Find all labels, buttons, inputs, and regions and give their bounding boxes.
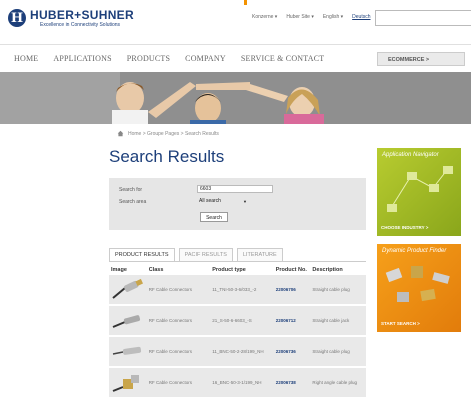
col-class: Class [148,266,164,273]
table-row[interactable]: RF Cable Connectors 11_TNI-50-3-6/033_-2… [109,275,366,306]
connector-icon [112,278,143,299]
tab-product-results[interactable]: PRODUCT RESULTS [109,248,175,261]
connectors-collage-icon [385,266,450,302]
site-search-input[interactable] [375,10,471,26]
promo-application-navigator[interactable]: Application Navigator CHOOSE INDUSTRY > [377,148,461,236]
connector-image[interactable] [109,309,149,332]
table-row[interactable]: RF Cable Connectors 21_S-50-6-6603_-S 22… [109,306,366,337]
row-product-no[interactable]: 22006712 [276,318,313,323]
connector-image[interactable] [109,340,149,363]
page-title: Search Results [109,147,225,166]
hero-banner-children [0,72,471,124]
row-description: Straight cable plug [312,349,350,354]
row-product-no[interactable]: 22006706 [276,287,313,292]
row-class: RF Cable Connectors [148,318,192,323]
utility-link-konzerne[interactable]: Konzerne [252,14,277,20]
results-tabs: PRODUCT RESULTS PACIF RESULTS LITERATURE [109,248,366,262]
row-product-no[interactable]: 22006736 [276,349,313,354]
choose-industry-link[interactable]: CHOOSE INDUSTRY > [381,225,428,230]
row-description: Straight cable plug [312,287,350,292]
huber-suhner-logo[interactable]: H HUBER+SUHNER Excellence in Connectivit… [8,9,134,29]
results-table: Image Class Product type Product No. Des… [109,264,366,399]
logo-mark-icon: H [8,9,26,27]
connector-icon [112,315,141,328]
row-product-type: 21_S-50-6-6603_-S [212,318,252,323]
row-class: RF Cable Connectors [148,287,192,292]
utility-links: Konzerne Huber Site English Deutsch [252,14,371,20]
col-product-no: Product No. [275,266,307,273]
start-search-link[interactable]: START SEARCH > [381,321,420,326]
home-icon[interactable] [117,130,124,137]
row-description: Straight cable jack [312,318,350,323]
ecommerce-button[interactable]: ECOMMERCE > [377,52,465,66]
brand-name: HUBER+SUHNER [30,8,134,22]
search-button[interactable]: Search [200,212,228,222]
nav-applications[interactable]: APPLICATIONS [53,54,111,63]
search-area-value: All search [199,198,221,204]
sidebar: Application Navigator CHOOSE INDUSTRY > … [377,148,461,340]
search-area-label: Search area [119,199,147,205]
main-nav: HOME APPLICATIONS PRODUCTS COMPANY SERVI… [0,44,471,73]
top-bar: H HUBER+SUHNER Excellence in Connectivit… [0,0,471,44]
col-description: Description [312,266,343,273]
nav-products[interactable]: PRODUCTS [127,54,170,63]
table-row[interactable]: RF Cable Connectors 11_BNC-50-2-28/199_N… [109,337,366,368]
col-image: Image [111,266,127,273]
accent-marker [244,0,247,5]
row-class: RF Cable Connectors [148,349,192,354]
search-for-input[interactable]: 6603 [197,185,273,193]
search-area-select[interactable]: All search [197,197,249,206]
nav-home[interactable]: HOME [14,54,38,63]
navigator-graphic-icon [387,166,453,212]
col-product-type: Product type [212,266,246,273]
nav-service-contact[interactable]: SERVICE & CONTACT [241,54,324,63]
promo-navigator-title: Application Navigator [382,152,439,158]
utility-link-site[interactable]: Huber Site [286,14,314,20]
brand-tagline: Excellence in Connectivity Solutions [40,22,121,28]
utility-link-deutsch[interactable]: Deutsch [352,14,370,20]
connector-icon [112,375,139,392]
breadcrumb: Home > Groupe Pages > Search Results [117,130,219,137]
row-product-type: 11_TNI-50-3-6/033_-2 [212,287,257,292]
table-row[interactable]: RF Cable Connectors 16_BNC-50-3-1/199_NH… [109,368,366,399]
row-product-type: 11_BNC-50-2-28/199_NH [212,349,264,354]
table-header: Image Class Product type Product No. Des… [109,264,366,275]
search-form: Search for 6603 Search area All search S… [109,178,366,230]
nav-company[interactable]: COMPANY [185,54,226,63]
utility-link-english[interactable]: English [323,14,343,20]
tab-pacif-results[interactable]: PACIF RESULTS [178,248,233,261]
connector-icon [112,346,142,355]
search-for-label: Search for [119,187,143,193]
connector-image[interactable] [109,278,149,301]
promo-dynamic-product-finder[interactable]: Dynamic Product Finder START SEARCH > [377,244,461,332]
breadcrumb-text[interactable]: Home > Groupe Pages > Search Results [128,131,219,137]
hero-banner-illustration [0,72,471,124]
tab-literature[interactable]: LITERATURE [236,248,283,261]
promo-finder-title: Dynamic Product Finder [382,248,447,254]
